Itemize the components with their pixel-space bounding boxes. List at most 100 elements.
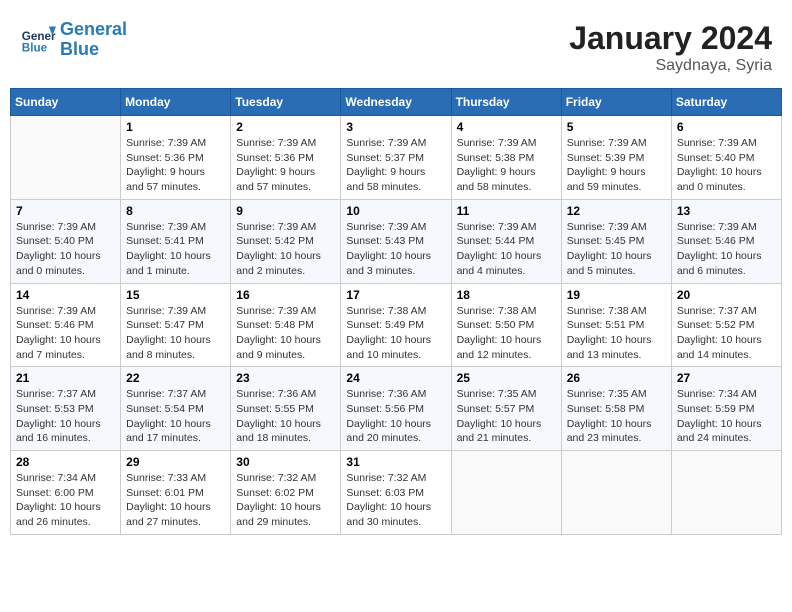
page-header: General Blue General Blue January 2024 S… <box>10 10 782 80</box>
calendar-cell: 26Sunrise: 7:35 AM Sunset: 5:58 PM Dayli… <box>561 367 671 451</box>
calendar-cell: 5 Sunrise: 7:39 AM Sunset: 5:39 PM Daylig… <box>561 116 671 200</box>
day-info: Sunrise: 7:39 AM Sunset: 5:46 PM Dayligh… <box>677 220 776 279</box>
calendar-cell: 15Sunrise: 7:39 AM Sunset: 5:47 PM Dayli… <box>121 283 231 367</box>
day-number: 14 <box>16 288 115 302</box>
calendar-cell <box>11 116 121 200</box>
weekday-header-thursday: Thursday <box>451 89 561 116</box>
calendar-cell: 25Sunrise: 7:35 AM Sunset: 5:57 PM Dayli… <box>451 367 561 451</box>
day-info: Sunrise: 7:32 AM Sunset: 6:02 PM Dayligh… <box>236 471 335 530</box>
weekday-header-sunday: Sunday <box>11 89 121 116</box>
logo: General Blue General Blue <box>20 20 127 60</box>
day-number: 12 <box>567 204 666 218</box>
day-number: 8 <box>126 204 225 218</box>
calendar-cell: 2 Sunrise: 7:39 AM Sunset: 5:36 PM Daylig… <box>231 116 341 200</box>
calendar-week-row: 14 Sunrise: 7:39 AM Sunset: 5:46 PM Dayli… <box>11 283 782 367</box>
day-number: 2 <box>236 120 335 134</box>
day-info: Sunrise: 7:39 AM Sunset: 5:39 PM Dayligh… <box>567 136 666 195</box>
day-info: Sunrise: 7:37 AM Sunset: 5:52 PM Dayligh… <box>677 304 776 363</box>
weekday-header-friday: Friday <box>561 89 671 116</box>
day-info: Sunrise: 7:37 AM Sunset: 5:53 PM Dayligh… <box>16 387 115 446</box>
location: Saydnaya, Syria <box>569 57 772 75</box>
month-title: January 2024 <box>569 20 772 57</box>
calendar-cell: 20 Sunrise: 7:37 AM Sunset: 5:52 PM Dayli… <box>671 283 781 367</box>
day-number: 20 <box>677 288 776 302</box>
calendar-cell: 12 Sunrise: 7:39 AM Sunset: 5:45 PM Dayli… <box>561 199 671 283</box>
day-number: 1 <box>126 120 225 134</box>
day-info: Sunrise: 7:35 AM Sunset: 5:57 PM Dayligh… <box>457 387 556 446</box>
calendar-cell <box>451 451 561 535</box>
day-number: 11 <box>457 204 556 218</box>
day-number: 7 <box>16 204 115 218</box>
weekday-header-monday: Monday <box>121 89 231 116</box>
logo-general: General <box>60 19 127 39</box>
day-info: Sunrise: 7:38 AM Sunset: 5:49 PM Dayligh… <box>346 304 445 363</box>
day-number: 3 <box>346 120 445 134</box>
calendar-table: SundayMondayTuesdayWednesdayThursdayFrid… <box>10 88 782 535</box>
calendar-cell: 23 Sunrise: 7:36 AM Sunset: 5:55 PM Dayli… <box>231 367 341 451</box>
calendar-cell: 17Sunrise: 7:38 AM Sunset: 5:49 PM Dayli… <box>341 283 451 367</box>
calendar-week-row: 1 Sunrise: 7:39 AM Sunset: 5:36 PM Daylig… <box>11 116 782 200</box>
day-info: Sunrise: 7:39 AM Sunset: 5:41 PM Dayligh… <box>126 220 225 279</box>
day-number: 5 <box>567 120 666 134</box>
calendar-cell: 1 Sunrise: 7:39 AM Sunset: 5:36 PM Daylig… <box>121 116 231 200</box>
day-info: Sunrise: 7:39 AM Sunset: 5:47 PM Dayligh… <box>126 304 225 363</box>
calendar-cell: 18Sunrise: 7:38 AM Sunset: 5:50 PM Dayli… <box>451 283 561 367</box>
calendar-cell <box>561 451 671 535</box>
day-info: Sunrise: 7:39 AM Sunset: 5:36 PM Dayligh… <box>236 136 335 195</box>
weekday-header-row: SundayMondayTuesdayWednesdayThursdayFrid… <box>11 89 782 116</box>
day-number: 29 <box>126 455 225 469</box>
day-info: Sunrise: 7:33 AM Sunset: 6:01 PM Dayligh… <box>126 471 225 530</box>
day-number: 28 <box>16 455 115 469</box>
day-number: 26 <box>567 371 666 385</box>
day-number: 30 <box>236 455 335 469</box>
day-number: 4 <box>457 120 556 134</box>
day-info: Sunrise: 7:39 AM Sunset: 5:40 PM Dayligh… <box>16 220 115 279</box>
calendar-cell: 13 Sunrise: 7:39 AM Sunset: 5:46 PM Dayli… <box>671 199 781 283</box>
calendar-cell: 11Sunrise: 7:39 AM Sunset: 5:44 PM Dayli… <box>451 199 561 283</box>
calendar-cell: 16Sunrise: 7:39 AM Sunset: 5:48 PM Dayli… <box>231 283 341 367</box>
weekday-header-tuesday: Tuesday <box>231 89 341 116</box>
day-number: 18 <box>457 288 556 302</box>
day-info: Sunrise: 7:39 AM Sunset: 5:36 PM Dayligh… <box>126 136 225 195</box>
day-info: Sunrise: 7:36 AM Sunset: 5:55 PM Dayligh… <box>236 387 335 446</box>
calendar-cell: 24Sunrise: 7:36 AM Sunset: 5:56 PM Dayli… <box>341 367 451 451</box>
calendar-cell: 3 Sunrise: 7:39 AM Sunset: 5:37 PM Daylig… <box>341 116 451 200</box>
calendar-cell: 28Sunrise: 7:34 AM Sunset: 6:00 PM Dayli… <box>11 451 121 535</box>
day-info: Sunrise: 7:34 AM Sunset: 5:59 PM Dayligh… <box>677 387 776 446</box>
day-info: Sunrise: 7:39 AM Sunset: 5:46 PM Dayligh… <box>16 304 115 363</box>
title-block: January 2024 Saydnaya, Syria <box>569 20 772 75</box>
svg-text:Blue: Blue <box>22 41 48 54</box>
calendar-week-row: 28Sunrise: 7:34 AM Sunset: 6:00 PM Dayli… <box>11 451 782 535</box>
calendar-cell: 22 Sunrise: 7:37 AM Sunset: 5:54 PM Dayli… <box>121 367 231 451</box>
weekday-header-saturday: Saturday <box>671 89 781 116</box>
day-info: Sunrise: 7:32 AM Sunset: 6:03 PM Dayligh… <box>346 471 445 530</box>
day-info: Sunrise: 7:36 AM Sunset: 5:56 PM Dayligh… <box>346 387 445 446</box>
calendar-cell: 7 Sunrise: 7:39 AM Sunset: 5:40 PM Daylig… <box>11 199 121 283</box>
calendar-week-row: 7 Sunrise: 7:39 AM Sunset: 5:40 PM Daylig… <box>11 199 782 283</box>
day-info: Sunrise: 7:37 AM Sunset: 5:54 PM Dayligh… <box>126 387 225 446</box>
calendar-cell <box>671 451 781 535</box>
day-info: Sunrise: 7:39 AM Sunset: 5:45 PM Dayligh… <box>567 220 666 279</box>
calendar-cell: 30 Sunrise: 7:32 AM Sunset: 6:02 PM Dayli… <box>231 451 341 535</box>
day-info: Sunrise: 7:39 AM Sunset: 5:43 PM Dayligh… <box>346 220 445 279</box>
calendar-cell: 9Sunrise: 7:39 AM Sunset: 5:42 PM Daylig… <box>231 199 341 283</box>
calendar-cell: 29 Sunrise: 7:33 AM Sunset: 6:01 PM Dayli… <box>121 451 231 535</box>
calendar-cell: 19Sunrise: 7:38 AM Sunset: 5:51 PM Dayli… <box>561 283 671 367</box>
calendar-cell: 10 Sunrise: 7:39 AM Sunset: 5:43 PM Dayli… <box>341 199 451 283</box>
calendar-cell: 4 Sunrise: 7:39 AM Sunset: 5:38 PM Daylig… <box>451 116 561 200</box>
day-number: 13 <box>677 204 776 218</box>
day-info: Sunrise: 7:39 AM Sunset: 5:37 PM Dayligh… <box>346 136 445 195</box>
day-number: 23 <box>236 371 335 385</box>
day-info: Sunrise: 7:39 AM Sunset: 5:40 PM Dayligh… <box>677 136 776 195</box>
calendar-cell: 21Sunrise: 7:37 AM Sunset: 5:53 PM Dayli… <box>11 367 121 451</box>
day-number: 31 <box>346 455 445 469</box>
day-number: 10 <box>346 204 445 218</box>
logo-icon: General Blue <box>20 22 56 58</box>
calendar-cell: 6Sunrise: 7:39 AM Sunset: 5:40 PM Daylig… <box>671 116 781 200</box>
day-number: 22 <box>126 371 225 385</box>
day-number: 27 <box>677 371 776 385</box>
day-info: Sunrise: 7:39 AM Sunset: 5:38 PM Dayligh… <box>457 136 556 195</box>
calendar-cell: 8 Sunrise: 7:39 AM Sunset: 5:41 PM Daylig… <box>121 199 231 283</box>
calendar-week-row: 21Sunrise: 7:37 AM Sunset: 5:53 PM Dayli… <box>11 367 782 451</box>
day-number: 9 <box>236 204 335 218</box>
